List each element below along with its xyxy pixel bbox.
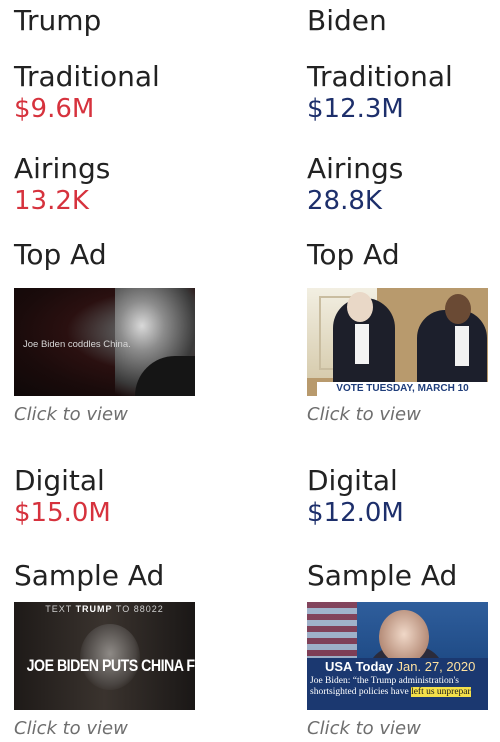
ad-figure-right-head — [445, 294, 471, 324]
candidate-name: Trump — [14, 4, 102, 37]
top-ad-thumbnail[interactable]: Joe Biden coddles China. — [14, 288, 195, 396]
sample-ad-click-to-view[interactable]: Click to view — [307, 718, 421, 739]
ad-figure-right-shirt — [455, 326, 469, 366]
digital-label: Digital — [307, 464, 398, 497]
ad-headline: JOE BIDEN PUTS CHINA FIRST — [26, 657, 195, 675]
sample-ad-click-to-view[interactable]: Click to view — [14, 718, 128, 739]
candidate-name: Biden — [307, 4, 387, 37]
top-ad-thumbnail[interactable]: VOTE TUESDAY, MARCH 10 — [307, 288, 488, 396]
airings-label: Airings — [14, 152, 111, 185]
traditional-label: Traditional — [307, 60, 453, 93]
top-ad-label: Top Ad — [307, 238, 400, 271]
top-ad-click-to-view[interactable]: Click to view — [307, 404, 421, 425]
sample-ad-thumbnail[interactable]: USA Today Jan. 27, 2020 Joe Biden: “the … — [307, 602, 488, 710]
sample-ad-label: Sample Ad — [307, 559, 458, 592]
traditional-label: Traditional — [14, 60, 160, 93]
traditional-value: $12.3M — [307, 94, 404, 124]
ad-flag — [307, 602, 357, 662]
ad-source: USA Today Jan. 27, 2020 — [325, 659, 476, 674]
top-ad-label: Top Ad — [14, 238, 107, 271]
ad-top-text: TEXT TRUMP TO 88022 — [45, 604, 164, 614]
airings-label: Airings — [307, 152, 404, 185]
ad-figure — [379, 610, 429, 664]
top-ad-click-to-view[interactable]: Click to view — [14, 404, 128, 425]
airings-value: 28.8K — [307, 186, 382, 216]
ad-figure-left-shirt — [355, 324, 369, 364]
sample-ad-label: Sample Ad — [14, 559, 165, 592]
traditional-value: $9.6M — [14, 94, 95, 124]
airings-value: 13.2K — [14, 186, 89, 216]
ad-caption: Joe Biden coddles China. — [23, 339, 131, 350]
digital-value: $12.0M — [307, 498, 404, 528]
ad-quote: Joe Biden: “the Trump administration's s… — [310, 676, 471, 697]
digital-label: Digital — [14, 464, 105, 497]
ad-banner: VOTE TUESDAY, MARCH 10 — [317, 382, 488, 396]
digital-value: $15.0M — [14, 498, 111, 528]
sample-ad-thumbnail[interactable]: TEXT TRUMP TO 88022 JOE BIDEN PUTS CHINA… — [14, 602, 195, 710]
ad-figure-left-head — [347, 292, 373, 322]
